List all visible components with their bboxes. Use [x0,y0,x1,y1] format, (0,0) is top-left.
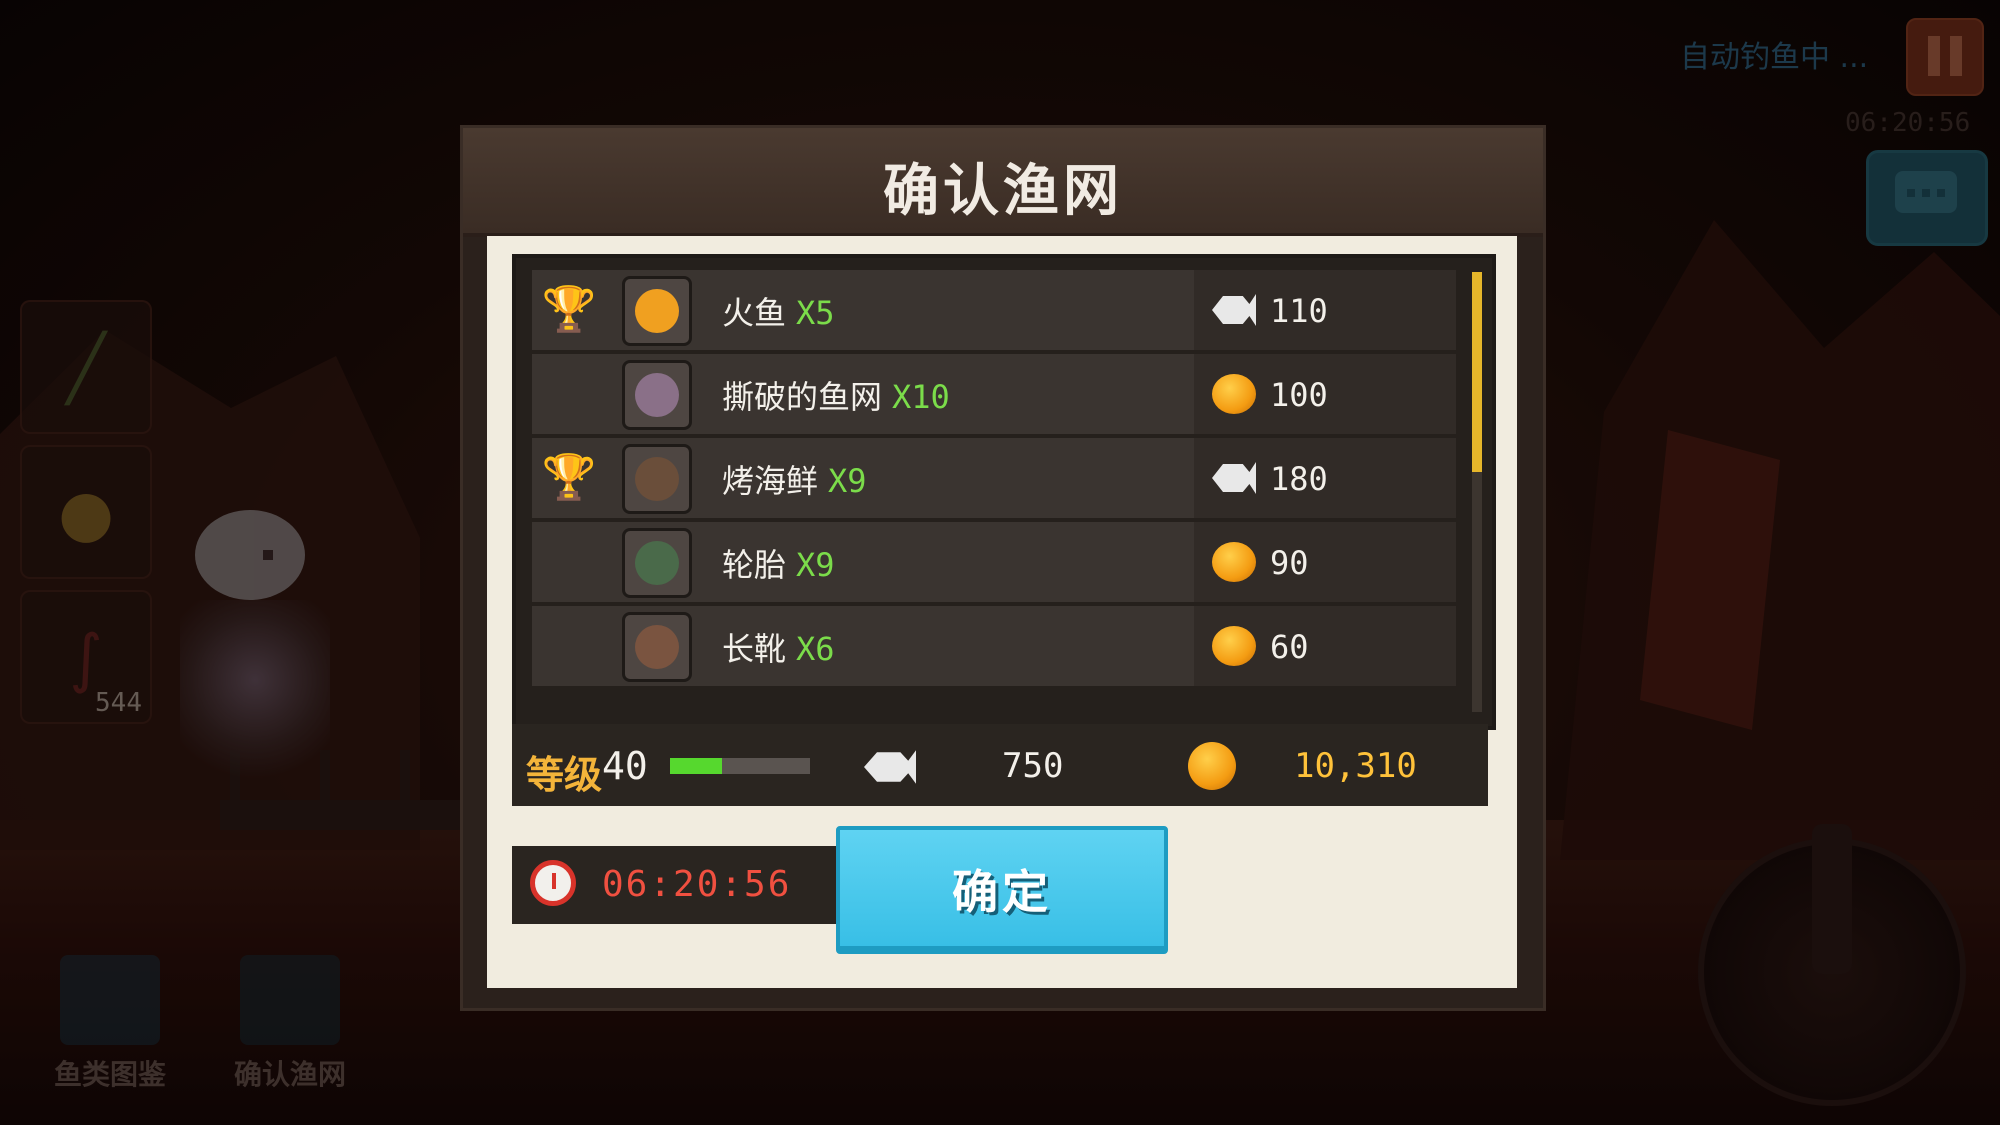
catch-row: 🏆 火鱼 X5 110 [532,270,1456,350]
catch-item-icon [622,276,692,346]
catch-price: 110 [1194,270,1456,350]
trophy-icon: 🏆 [541,284,597,335]
catch-item-name: 烤海鲜 X9 [722,462,867,500]
player-stats-bar: 等级 40 750 10,310 [512,724,1488,806]
trophy-icon: 🏆 [541,452,597,503]
xp-progress-bar [670,758,810,774]
confirm-button-label: 确定 [952,865,1052,919]
catch-item-name: 火鱼 X5 [722,294,835,332]
fish-points-icon [1212,462,1256,494]
confirm-button[interactable]: 确定 [836,826,1168,954]
catch-item-qty: X10 [892,378,950,416]
catch-item-qty: X6 [796,630,835,668]
catch-price-value: 90 [1270,544,1309,582]
list-scrollbar[interactable] [1472,272,1482,712]
catch-price-value: 180 [1270,460,1328,498]
fish-points-total: 750 [1002,746,1064,786]
catch-item-icon [622,528,692,598]
catch-row: 长靴 X6 60 [532,606,1456,686]
catch-item-icon [622,360,692,430]
catch-row: 轮胎 X9 90 [532,522,1456,602]
level-label: 等级 [526,753,603,797]
trophy-empty [540,620,598,672]
catch-price-value: 100 [1270,376,1328,414]
catch-price: 60 [1194,606,1456,686]
xp-progress-fill [670,758,722,774]
catch-item-name: 长靴 X6 [722,630,835,668]
catch-price-value: 60 [1270,628,1309,666]
catch-row: 撕破的鱼网 X10 100 [532,354,1456,434]
net-timer-value: 06:20:56 [602,864,792,905]
fish-points-icon [1212,294,1256,326]
trophy-empty [540,368,598,420]
catch-list[interactable]: 🏆 火鱼 X5 110 撕破的鱼网 X10 100 🏆 烤海鲜 X9 180 轮胎 X9… [512,254,1496,730]
dialog-header: 确认渔网 [463,128,1543,237]
catch-item-icon [622,444,692,514]
catch-item-icon [622,612,692,682]
coin-total: 10,310 [1294,746,1417,786]
catch-price: 100 [1194,354,1456,434]
catch-row: 🏆 烤海鲜 X9 180 [532,438,1456,518]
scrollbar-thumb[interactable] [1472,272,1482,472]
coin-icon [1212,374,1256,414]
fish-points-icon [864,750,916,784]
coin-icon [1212,542,1256,582]
dialog-title: 确认渔网 [883,159,1123,224]
trophy-empty [540,536,598,588]
coin-icon [1212,626,1256,666]
catch-item-name: 轮胎 X9 [722,546,835,584]
catch-item-qty: X5 [796,294,835,332]
stopwatch-icon [530,860,576,906]
catch-price: 180 [1194,438,1456,518]
catch-price-value: 110 [1270,292,1328,330]
catch-item-qty: X9 [828,462,867,500]
catch-price: 90 [1194,522,1456,602]
catch-item-name: 撕破的鱼网 X10 [722,378,950,416]
catch-item-qty: X9 [796,546,835,584]
net-timer: 06:20:56 [512,846,842,924]
level-value: 40 [602,744,648,788]
coin-icon [1188,742,1236,790]
